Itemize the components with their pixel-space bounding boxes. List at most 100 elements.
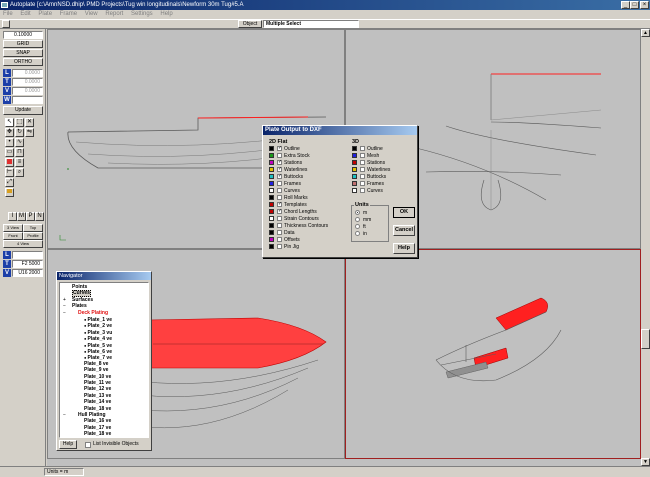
color-swatch[interactable] bbox=[269, 160, 274, 166]
output-2d-row[interactable]: ✓ Stations bbox=[269, 160, 302, 167]
unit-radio[interactable] bbox=[355, 224, 360, 230]
navigator-tree[interactable]: Points Curves + Surfaces − Plates − Deck Platin… bbox=[59, 282, 149, 438]
output-2d-row[interactable]: Offsets bbox=[269, 237, 300, 244]
zoom-icon[interactable]: ⌕ bbox=[15, 168, 24, 177]
output-2d-row[interactable]: ✓ Chord Lengths bbox=[269, 209, 317, 216]
output-checkbox[interactable] bbox=[360, 153, 365, 159]
color-swatch[interactable] bbox=[269, 174, 274, 180]
output-checkbox[interactable]: ✓ bbox=[277, 202, 282, 208]
point-icon[interactable]: • bbox=[5, 138, 14, 147]
frame-icon[interactable]: ⊓ bbox=[15, 148, 24, 157]
output-3d-row[interactable]: Frames bbox=[352, 181, 384, 188]
output-3d-row[interactable]: Buttocks bbox=[352, 174, 386, 181]
output-checkbox[interactable] bbox=[277, 188, 282, 194]
unit-radio-row[interactable]: m bbox=[355, 210, 367, 217]
minimize-button[interactable]: _ bbox=[621, 1, 630, 9]
output-3d-row[interactable]: Mesh bbox=[352, 153, 379, 160]
color-swatch[interactable] bbox=[269, 209, 274, 215]
profile-view-button[interactable]: Profile bbox=[23, 232, 43, 240]
menu-help[interactable]: Help bbox=[160, 11, 172, 17]
output-3d-row[interactable]: Waterlines bbox=[352, 167, 390, 174]
output-checkbox[interactable] bbox=[360, 181, 365, 187]
dialog-help-button[interactable]: Help bbox=[393, 243, 415, 254]
output-2d-row[interactable]: ✓ Outline bbox=[269, 146, 300, 153]
output-checkbox[interactable] bbox=[277, 244, 282, 250]
select-mode-field[interactable]: Multiple Select bbox=[263, 20, 359, 28]
color-swatch[interactable] bbox=[352, 153, 357, 159]
color-swatch[interactable] bbox=[352, 181, 357, 187]
output-checkbox[interactable] bbox=[277, 223, 282, 229]
color-swatch[interactable] bbox=[269, 216, 274, 222]
color-swatch[interactable] bbox=[352, 146, 357, 152]
color-swatch[interactable] bbox=[352, 174, 357, 180]
output-checkbox[interactable] bbox=[360, 174, 365, 180]
output-2d-row[interactable]: Data bbox=[269, 230, 295, 237]
snap-button[interactable]: SNAP bbox=[3, 49, 43, 57]
delete-icon[interactable]: ✕ bbox=[25, 118, 34, 127]
expand-icon[interactable]: ⤢ bbox=[5, 178, 14, 187]
unit-radio-row[interactable]: ft bbox=[355, 224, 366, 231]
plate-icon[interactable]: ▭ bbox=[5, 148, 14, 157]
menu-view[interactable]: View bbox=[85, 11, 98, 17]
output-checkbox[interactable] bbox=[277, 195, 282, 201]
color-swatch[interactable] bbox=[269, 195, 274, 201]
color-swatch[interactable] bbox=[269, 188, 274, 194]
three-view-button[interactable]: 3 View bbox=[3, 224, 23, 232]
output-checkbox[interactable] bbox=[360, 167, 365, 173]
bottom-axis-t-value[interactable]: F2 5000 bbox=[12, 260, 43, 268]
unit-radio[interactable] bbox=[355, 217, 360, 223]
output-2d-row[interactable]: Curves bbox=[269, 188, 300, 195]
axis-v-value[interactable]: 0.0000 bbox=[12, 87, 43, 95]
tag-icon[interactable] bbox=[5, 188, 14, 197]
color-swatch[interactable] bbox=[269, 167, 274, 173]
output-3d-row[interactable]: Stations bbox=[352, 160, 385, 167]
output-checkbox[interactable] bbox=[277, 216, 282, 222]
color-swatch[interactable] bbox=[269, 237, 274, 243]
output-2d-row[interactable]: Extra Stock bbox=[269, 153, 310, 160]
output-2d-row[interactable]: ✓ Buttocks bbox=[269, 174, 303, 181]
rotate-icon[interactable]: ↻ bbox=[15, 128, 24, 137]
output-checkbox[interactable]: ✓ bbox=[277, 160, 282, 166]
output-3d-row[interactable]: Outline bbox=[352, 146, 383, 153]
front-view-button[interactable]: Front bbox=[3, 232, 23, 240]
output-checkbox[interactable] bbox=[277, 237, 282, 243]
color-swatch[interactable] bbox=[269, 146, 274, 152]
menu-file[interactable]: File bbox=[3, 11, 13, 17]
output-checkbox[interactable] bbox=[277, 153, 282, 159]
object-button[interactable]: Object bbox=[238, 20, 262, 28]
output-checkbox[interactable]: ✓ bbox=[277, 167, 282, 173]
mirror-icon[interactable]: ⇋ bbox=[25, 128, 34, 137]
menu-report[interactable]: Report bbox=[105, 11, 123, 17]
output-checkbox[interactable] bbox=[277, 230, 282, 236]
unit-radio[interactable] bbox=[355, 210, 360, 216]
scroll-thumb[interactable] bbox=[641, 329, 650, 349]
tree-item[interactable]: Plate_18 ve bbox=[84, 431, 111, 437]
output-2d-row[interactable]: ✓ Templates bbox=[269, 202, 307, 209]
output-2d-row[interactable]: Frames bbox=[269, 181, 301, 188]
bottom-axis-v-value[interactable]: U16 2000 bbox=[12, 269, 43, 277]
curve-icon[interactable]: ∿ bbox=[15, 138, 24, 147]
view-mode-m[interactable]: M bbox=[17, 212, 26, 221]
axis-l-value[interactable]: 0.0000 bbox=[12, 69, 43, 77]
color-swatch[interactable] bbox=[269, 230, 274, 236]
color-swatch[interactable] bbox=[269, 244, 274, 250]
vertical-scrollbar[interactable]: ▲ ▼ bbox=[641, 29, 650, 466]
color-swatch[interactable] bbox=[269, 202, 274, 208]
grid-value-field[interactable]: 0.10000 bbox=[3, 31, 43, 39]
maximize-button[interactable]: □ bbox=[630, 1, 639, 9]
navigator-help-button[interactable]: Help bbox=[59, 440, 77, 449]
ortho-button[interactable]: ORTHO bbox=[3, 58, 43, 66]
color-swatch[interactable] bbox=[269, 223, 274, 229]
bottom-axis-l-value[interactable] bbox=[12, 251, 43, 259]
four-view-button[interactable]: 4 View bbox=[3, 240, 43, 248]
color-swatch[interactable] bbox=[352, 160, 357, 166]
menu-plate[interactable]: Plate bbox=[38, 11, 52, 17]
tree-expander-icon[interactable]: − bbox=[63, 310, 68, 317]
output-2d-row[interactable]: Thickness Contours bbox=[269, 223, 328, 230]
view-mode-i[interactable]: I bbox=[8, 212, 17, 221]
unit-radio-row[interactable]: in bbox=[355, 231, 367, 238]
move-icon[interactable]: ✥ bbox=[5, 128, 14, 137]
ok-button[interactable]: OK bbox=[393, 207, 415, 218]
color-swatch[interactable] bbox=[269, 153, 274, 159]
view-mode-n[interactable]: N bbox=[35, 212, 44, 221]
